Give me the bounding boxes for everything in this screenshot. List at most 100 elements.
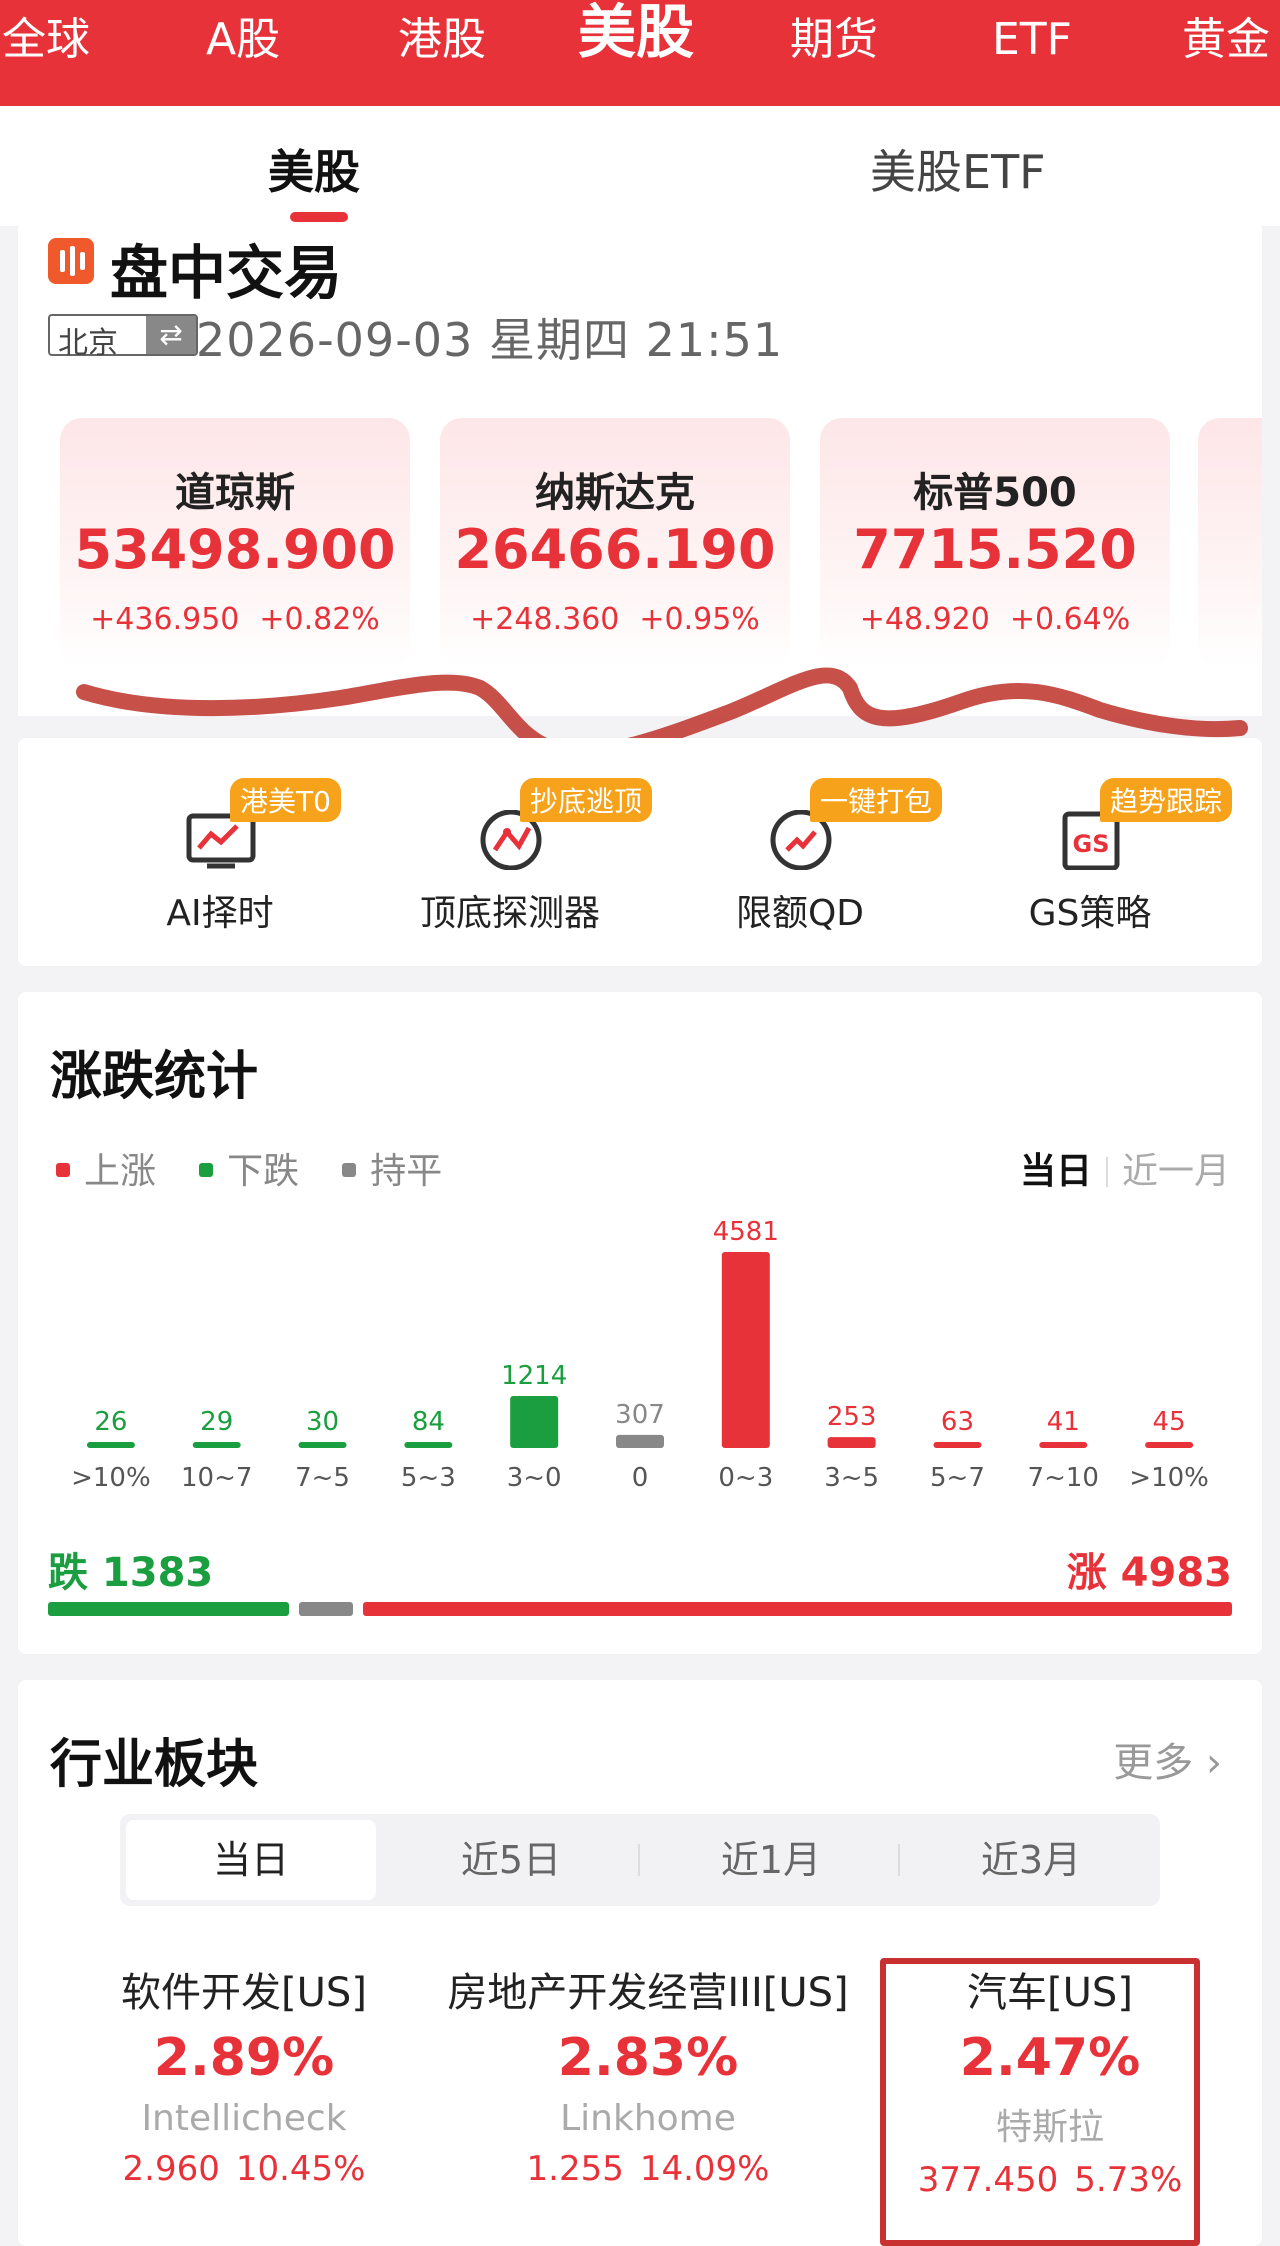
tab-us-stock[interactable]: 美股 (268, 136, 360, 202)
leading-stock: Intellicheck (141, 2098, 347, 2139)
tool-gs-strategy[interactable]: GS 趋势跟踪 GS策略 (960, 758, 1233, 958)
bar-2 (298, 1442, 347, 1448)
seg-5d[interactable]: 近5日 (386, 1820, 636, 1900)
seg-today[interactable]: 当日 (126, 1820, 376, 1900)
advancers-count: 涨 4983 (1066, 1550, 1232, 1596)
bar-category-label: 0 (632, 1463, 649, 1493)
tool-label: AI择时 (166, 893, 274, 934)
tool-badge: 港美T0 (230, 778, 341, 822)
nav-gold[interactable]: 黄金 (1182, 0, 1270, 80)
tool-shortcuts: 港美T0 AI择时 抄底逃顶 顶底探测器 一键打包 限额QD GS 趋势跟踪 G… (18, 738, 1262, 966)
sector-card[interactable]: 软件开发[US] 2.89% Intellicheck 2.960 10.45% (34, 1960, 454, 2220)
bar-8 (933, 1442, 982, 1448)
nav-hk-stock[interactable]: 港股 (398, 0, 486, 80)
bar-value-label: 29 (200, 1407, 233, 1437)
period-month[interactable]: 近一月 (1122, 1151, 1230, 1192)
tab-us-etf[interactable]: 美股ETF (870, 136, 1046, 202)
chart-legend: 上涨 下跌 持平 (56, 1142, 480, 1192)
bar-value-label: 1214 (501, 1361, 567, 1391)
index-name: 标普500 (913, 470, 1077, 516)
sector-card[interactable]: 房地产开发经营III[US] 2.83% Linkhome 1.255 14.09… (438, 1960, 858, 2220)
legend-flat: 持平 (342, 1142, 442, 1194)
tool-label: 限额QD (735, 893, 865, 934)
svg-text:GS: GS (1073, 830, 1110, 858)
nav-etf[interactable]: ETF (992, 0, 1072, 80)
index-name: 纳斯达克 (535, 470, 695, 516)
market-nav: 全球 A股 港股 美股 期货 ETF 黄金 (0, 0, 1280, 106)
seg-1m[interactable]: 近1月 (646, 1820, 896, 1900)
period-toggle: 当日 近一月 (1020, 1142, 1230, 1194)
bar-5 (616, 1434, 664, 1448)
bar-category-label: >10% (1129, 1463, 1209, 1493)
index-value: 7715.520 (853, 518, 1137, 581)
section-title: 盘中交易 (110, 239, 343, 307)
nav-a-share[interactable]: A股 (206, 0, 280, 80)
bar-value-label: 84 (412, 1407, 445, 1437)
market-datetime: 2026-09-03 星期四 21:51 (196, 313, 784, 367)
swap-icon: ⇄ (146, 316, 196, 354)
section-title: 行业板块 (50, 1735, 259, 1795)
nav-us-stock[interactable]: 美股 (578, 0, 694, 80)
tool-qd-quota[interactable]: 一键打包 限额QD (670, 758, 943, 958)
bar-category-label: 7~10 (1028, 1463, 1099, 1493)
rise-fall-stats: 涨跌统计 上涨 下跌 持平 当日 近一月 26 >10% 29 10~7 30 7~5 84 5… (18, 992, 1262, 1654)
bar-0 (86, 1442, 135, 1448)
index-card-nasdaq[interactable]: 纳斯达克 26466.190 +248.360 +0.95% (440, 418, 790, 668)
decliners-count: 跌 1383 (48, 1550, 214, 1596)
sector-name: 房地产开发经营III[US] (447, 1970, 849, 2016)
more-link[interactable]: 更多 › (1113, 1730, 1222, 1788)
bar-value-label: 26 (94, 1407, 127, 1437)
bar-4 (510, 1396, 559, 1448)
bar-category-label: >10% (71, 1463, 151, 1493)
sector-name: 汽车[US] (967, 1970, 1133, 2016)
tool-ai-timing[interactable]: 港美T0 AI择时 (90, 758, 350, 958)
sector-change: 2.83% (557, 2028, 739, 2088)
tool-badge: 抄底逃顶 (520, 778, 653, 822)
index-value: 53498.900 (74, 518, 396, 581)
intraday-section: 盘中交易 北京 ⇄ 2026-09-03 星期四 21:51 道琼斯 53498… (18, 226, 1262, 716)
nav-futures[interactable]: 期货 (790, 0, 878, 80)
nav-global[interactable]: 全球 (2, 0, 90, 80)
candlestick-icon (48, 238, 94, 284)
bar-category-label: 7~5 (295, 1463, 350, 1493)
period-today[interactable]: 当日 (1020, 1151, 1092, 1192)
bar-3 (404, 1442, 453, 1448)
breadth-bar-flat (299, 1602, 353, 1616)
tool-badge: 一键打包 (810, 778, 943, 822)
index-card-dow[interactable]: 道琼斯 53498.900 +436.950 +0.82% (60, 418, 410, 668)
sub-tab-bar: 美股 美股ETF (0, 106, 1280, 226)
bar-category-label: 5~7 (930, 1463, 985, 1493)
bar-category-label: 5~3 (401, 1463, 456, 1493)
seg-3m[interactable]: 近3月 (906, 1820, 1156, 1900)
index-card-next[interactable] (1198, 418, 1262, 668)
index-value: 26466.190 (454, 518, 776, 581)
leading-stock: 特斯拉 (995, 2107, 1104, 2148)
bar-value-label: 63 (941, 1407, 974, 1437)
bar-10 (1145, 1442, 1194, 1448)
legend-down: 下跌 (199, 1142, 299, 1194)
tool-badge: 趋势跟踪 (1100, 778, 1233, 822)
chevron-right-icon: › (1206, 1740, 1222, 1786)
sector-change: 2.89% (153, 2028, 335, 2088)
leading-stock-quote: 377.450 5.73% (917, 2160, 1183, 2200)
tool-top-bottom-detector[interactable]: 抄底逃顶 顶底探测器 (380, 758, 653, 958)
bar-category-label: 3~0 (507, 1463, 562, 1493)
bar-1 (192, 1442, 241, 1448)
tool-label: GS策略 (1028, 893, 1152, 934)
sector-change: 2.47% (959, 2028, 1141, 2088)
leading-stock-quote: 1.255 14.09% (526, 2149, 770, 2189)
period-segment: 当日 近5日 近1月 近3月 (120, 1814, 1160, 1906)
section-title: 涨跌统计 (50, 1047, 259, 1107)
legend-up: 上涨 (56, 1142, 156, 1194)
bar-value-label: 41 (1047, 1407, 1080, 1437)
sector-card[interactable]: 汽车[US] 2.47% 特斯拉 377.450 5.73% (840, 1960, 1260, 2220)
bar-value-label: 307 (615, 1400, 665, 1430)
bar-category-label: 0~3 (718, 1463, 773, 1493)
industry-sectors: 行业板块 更多 › 当日 近5日 近1月 近3月 软件开发[US] 2.89% … (18, 1680, 1262, 2246)
bar-category-label: 10~7 (181, 1463, 252, 1493)
index-card-sp500[interactable]: 标普500 7715.520 +48.920 +0.64% (820, 418, 1170, 668)
timezone-toggle[interactable]: 北京 ⇄ (48, 314, 198, 361)
distribution-chart: 26 >10% 29 10~7 30 7~5 84 5~3 1214 3~0 307 0 4581 0~3… (71, 1217, 1209, 1493)
breadth-bar-up (362, 1602, 1232, 1616)
index-change: +248.360 +0.95% (470, 602, 760, 637)
